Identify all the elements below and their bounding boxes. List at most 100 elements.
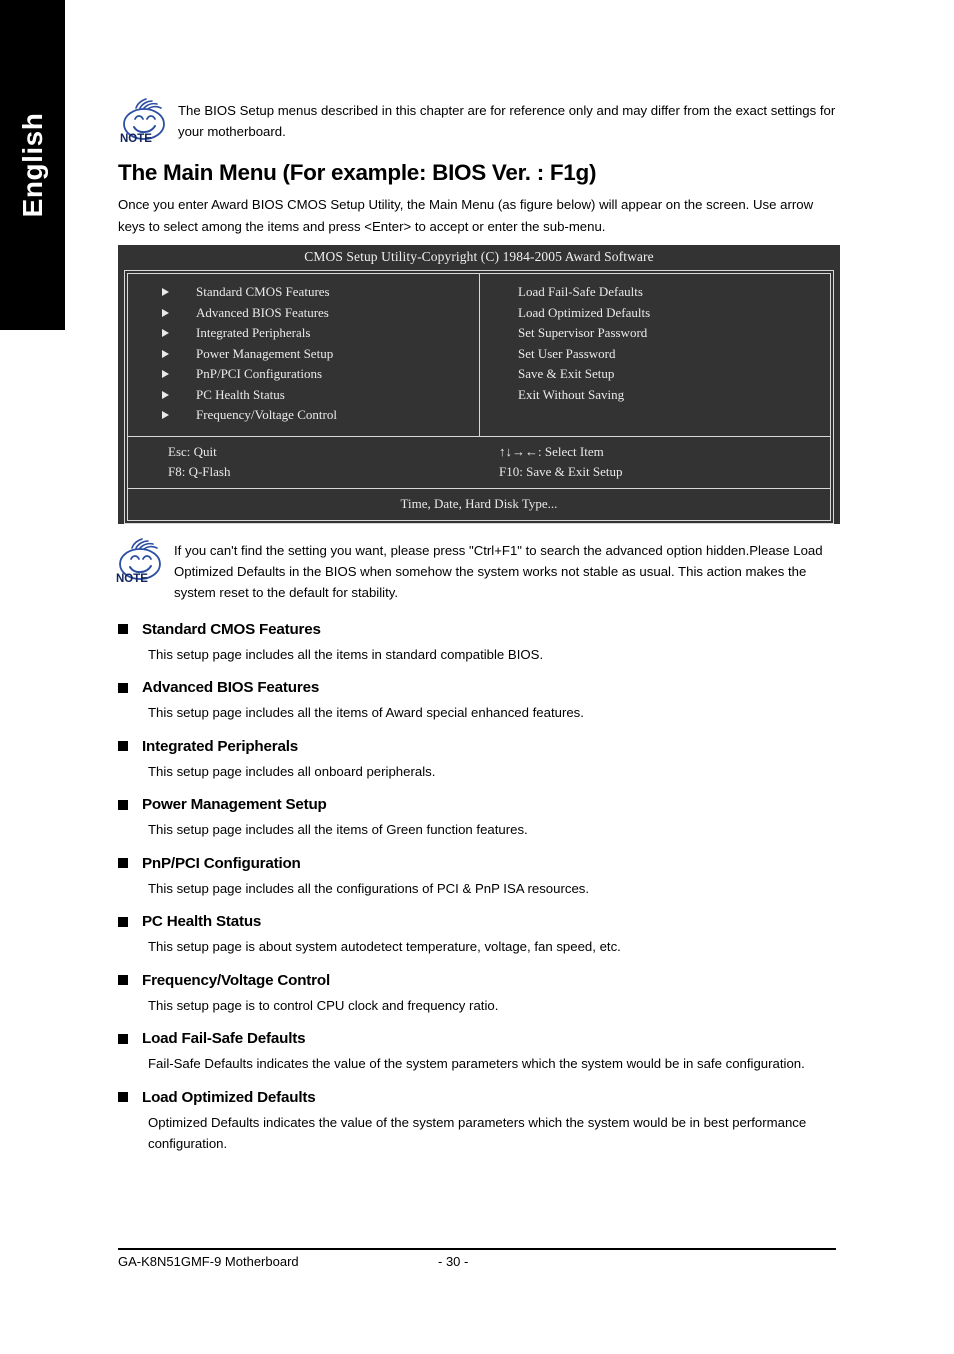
bios-key-select-item: ↑↓→←: Select Item	[499, 443, 604, 459]
bios-menu-item[interactable]: PC Health Status	[128, 385, 479, 406]
feature-section-header: Power Management Setup	[118, 796, 840, 813]
bios-menu-item-label: Standard CMOS Features	[196, 284, 330, 299]
bios-menu-item[interactable]: PnP/PCI Configurations	[128, 364, 479, 385]
feature-section: Advanced BIOS Features This setup page in…	[118, 679, 840, 724]
page-title: The Main Menu (For example: BIOS Ver. : …	[118, 160, 597, 185]
square-bullet-icon	[118, 624, 128, 634]
feature-section-title: Load Optimized Defaults	[142, 1088, 316, 1106]
bios-menu-item[interactable]: Integrated Peripherals	[128, 323, 479, 344]
intro-paragraph: Once you enter Award BIOS CMOS Setup Uti…	[118, 197, 814, 234]
bios-menu-item-label: Frequency/Voltage Control	[196, 407, 337, 422]
feature-section-body: This setup page includes all the items o…	[148, 822, 528, 837]
feature-section-body: Optimized Defaults indicates the value o…	[148, 1114, 807, 1152]
bios-frame-inner: Standard CMOS Features Advanced BIOS Feat…	[127, 273, 831, 521]
note-bottom-text: If you can't find the setting you want, …	[174, 542, 823, 600]
bios-key-legend-left: Esc: Quit F8: Q-Flash	[128, 442, 479, 482]
bios-menu-right-column: Load Fail-Safe Defaults Load Optimized De…	[480, 274, 830, 436]
bios-menu-item[interactable]: Power Management Setup	[128, 344, 479, 365]
chevron-right-icon	[162, 329, 169, 338]
language-tab-label: English	[16, 112, 48, 218]
chevron-right-icon	[162, 308, 169, 317]
feature-section: Frequency/Voltage Control This setup page…	[118, 972, 840, 1017]
bios-menu-item-label: PC Health Status	[196, 386, 285, 402]
bios-key-legend: Esc: Quit F8: Q-Flash ↑↓→←: Select Item …	[128, 437, 830, 489]
footer-product-name: GA-K8N51GMF-9 Motherboard	[118, 1254, 299, 1269]
feature-section-header: PC Health Status	[118, 913, 840, 930]
feature-section: PC Health Status This setup page is about…	[118, 913, 840, 958]
note-bottom: NOTE If you can't find the setting you w…	[114, 537, 840, 603]
square-bullet-icon	[118, 1033, 128, 1044]
square-bullet-icon	[118, 799, 128, 810]
note-smiley-icon: NOTE	[114, 537, 170, 590]
feature-section-body: This setup page includes all the items i…	[148, 646, 544, 662]
bios-menu-item-label: Power Management Setup	[196, 345, 334, 361]
bios-menu-item-label: Integrated Peripherals	[196, 325, 311, 340]
bios-menu-item-label: Advanced BIOS Features	[196, 304, 329, 320]
feature-section: Standard CMOS Features This setup page in…	[118, 621, 840, 666]
feature-section: Power Management Setup This setup page in…	[118, 796, 840, 841]
bios-menu-item[interactable]: Save & Exit Setup	[480, 364, 830, 385]
page-footer: GA-K8N51GMF-9 Motherboard - 30 -	[118, 1248, 836, 1269]
feature-section: Load Optimized Defaults Optimized Default…	[118, 1089, 840, 1155]
chevron-right-icon	[162, 411, 169, 420]
feature-section-body: This setup page includes all onboard per…	[148, 763, 436, 779]
chevron-right-icon	[162, 288, 169, 297]
feature-section-body: Fail-Safe Defaults indicates the value o…	[148, 1056, 805, 1071]
svg-text:NOTE: NOTE	[116, 573, 148, 585]
feature-section-body: This setup page includes all the configu…	[148, 880, 590, 896]
bios-menu-item[interactable]: Set User Password	[480, 344, 830, 365]
feature-section-body: This setup page is to control CPU clock …	[148, 997, 499, 1013]
bios-key-legend-right: ↑↓→←: Select Item F10: Save & Exit Setup	[479, 442, 830, 482]
bios-menu-item[interactable]: Load Optimized Defaults	[480, 303, 830, 324]
square-bullet-icon	[118, 975, 128, 985]
square-bullet-icon	[118, 858, 128, 868]
page-content: NOTE The BIOS Setup menus described in t…	[116, 0, 840, 1155]
bios-key-esc-quit: Esc: Quit	[168, 443, 217, 459]
feature-section: PnP/PCI Configuration This setup page inc…	[118, 855, 840, 900]
bios-menu-item[interactable]: Advanced BIOS Features	[128, 303, 479, 324]
note-top-text: The BIOS Setup menus described in this c…	[178, 103, 836, 139]
square-bullet-icon	[118, 1092, 128, 1102]
bios-menu-columns: Standard CMOS Features Advanced BIOS Feat…	[128, 274, 830, 437]
bios-menu-item-label: PnP/PCI Configurations	[196, 366, 323, 381]
bios-menu-item[interactable]: Set Supervisor Password	[480, 323, 830, 344]
note-top: NOTE The BIOS Setup menus described in t…	[118, 98, 840, 150]
feature-section: Integrated Peripherals This setup page in…	[118, 738, 840, 783]
feature-section-header: Frequency/Voltage Control	[118, 972, 840, 989]
feature-section-body: This setup page includes all the items o…	[148, 705, 584, 720]
feature-section-title: Integrated Peripherals	[142, 737, 298, 755]
bios-status-line: Time, Date, Hard Disk Type...	[400, 495, 558, 511]
bios-key-f10-save-exit: F10: Save & Exit Setup	[499, 463, 623, 479]
square-bullet-icon	[118, 916, 128, 927]
bios-menu-item[interactable]: Exit Without Saving	[480, 385, 830, 406]
feature-section-title: PnP/PCI Configuration	[142, 854, 301, 872]
feature-section-title: Power Management Setup	[142, 796, 327, 813]
feature-section-body: This setup page is about system autodete…	[148, 939, 621, 954]
chevron-right-icon	[162, 349, 169, 358]
bios-main-menu-screenshot: CMOS Setup Utility-Copyright (C) 1984-20…	[118, 245, 840, 524]
bios-menu-item[interactable]: Load Fail-Safe Defaults	[480, 282, 830, 303]
feature-section-header: PnP/PCI Configuration	[118, 855, 840, 872]
chevron-right-icon	[162, 390, 169, 399]
feature-section-header: Standard CMOS Features	[118, 621, 840, 638]
square-bullet-icon	[118, 682, 128, 693]
feature-section: Load Fail-Safe Defaults Fail-Safe Default…	[118, 1030, 840, 1075]
feature-section-title: Load Fail-Safe Defaults	[142, 1030, 306, 1047]
feature-section-header: Integrated Peripherals	[118, 738, 840, 755]
bios-title-bar: CMOS Setup Utility-Copyright (C) 1984-20…	[304, 249, 654, 264]
footer-page-number: - 30 -	[438, 1254, 469, 1269]
bios-menu-item[interactable]: Standard CMOS Features	[128, 282, 479, 303]
note-smiley-icon: NOTE	[118, 98, 174, 150]
feature-section-title: Standard CMOS Features	[142, 620, 321, 638]
feature-section-header: Advanced BIOS Features	[118, 679, 840, 696]
square-bullet-icon	[118, 741, 128, 751]
bios-frame-outer: Standard CMOS Features Advanced BIOS Feat…	[124, 270, 834, 524]
bios-menu-item[interactable]: Frequency/Voltage Control	[128, 405, 479, 426]
language-tab: English	[0, 0, 65, 330]
chevron-right-icon	[162, 370, 169, 379]
feature-sections: Standard CMOS Features This setup page in…	[118, 621, 840, 1155]
bios-menu-left-column: Standard CMOS Features Advanced BIOS Feat…	[128, 274, 480, 436]
bios-key-f8-qflash: F8: Q-Flash	[168, 463, 231, 479]
feature-section-header: Load Optimized Defaults	[118, 1089, 840, 1106]
feature-section-header: Load Fail-Safe Defaults	[118, 1030, 840, 1047]
